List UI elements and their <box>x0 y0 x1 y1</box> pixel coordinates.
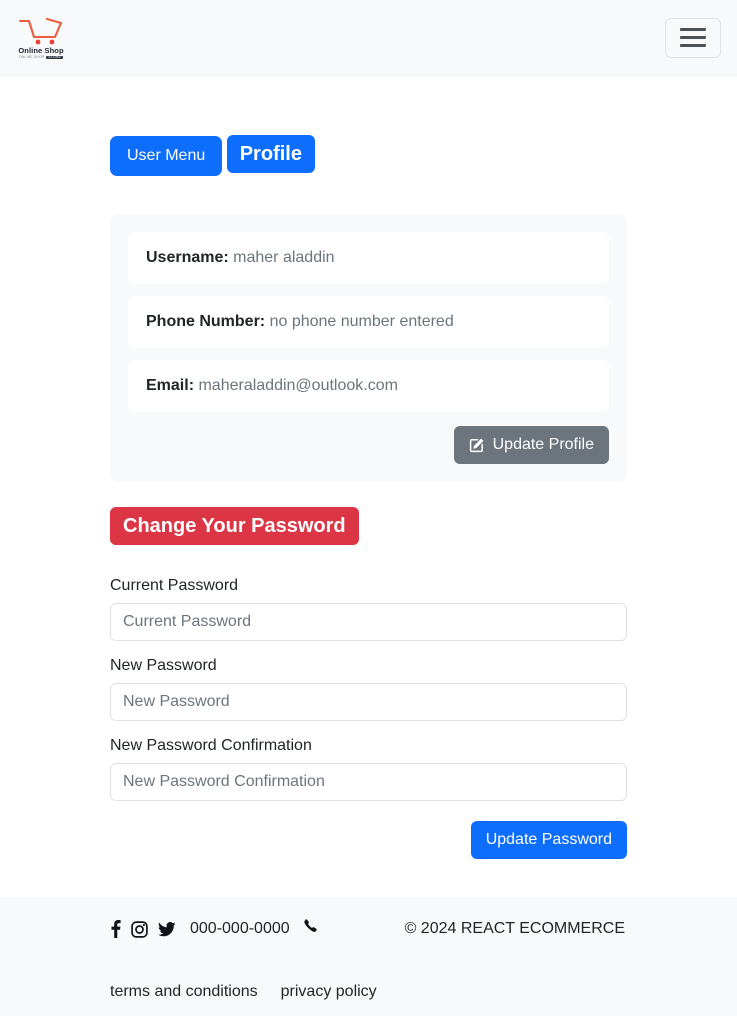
content-container: User Menu Profile Username: maher aladdi… <box>110 76 627 860</box>
shopping-cart-logo-icon <box>17 16 65 46</box>
phone-icon <box>302 919 317 939</box>
footer-phone: 000-000-0000 <box>190 919 317 939</box>
phone-value: no phone number entered <box>269 312 454 330</box>
email-value: maheraladdin@outlook.com <box>198 376 398 394</box>
hamburger-menu-icon[interactable] <box>665 17 721 58</box>
new-password-input[interactable] <box>110 683 627 722</box>
username-label: Username: <box>146 248 229 266</box>
instagram-icon[interactable] <box>131 920 148 938</box>
footer-social-links <box>110 920 176 939</box>
hamburger-bar <box>680 44 706 47</box>
update-profile-button[interactable]: Update Profile <box>453 425 609 464</box>
profile-field-username: Username: maher aladdin <box>128 231 609 284</box>
current-password-group: Current Password <box>110 577 627 642</box>
update-profile-label: Update Profile <box>492 435 594 453</box>
page-main: User Menu Profile Username: maher aladdi… <box>0 76 737 860</box>
confirm-password-group: New Password Confirmation <box>110 737 627 802</box>
profile-field-email: Email: maheraladdin@outlook.com <box>128 359 609 412</box>
footer-top-row: 000-000-0000 © 2024 REACT ECOMMERCE <box>110 919 627 939</box>
edit-pencil-square-icon <box>469 437 485 453</box>
brand-tagline: ONLINE SHOP STORE <box>19 54 63 60</box>
profile-heading: Profile <box>226 135 315 173</box>
user-menu-button[interactable]: User Menu <box>110 136 223 176</box>
profile-field-phone: Phone Number: no phone number entered <box>128 295 609 348</box>
new-password-label: New Password <box>110 657 217 675</box>
profile-card-actions: Update Profile <box>128 425 609 464</box>
hamburger-bar <box>680 36 706 39</box>
footer-legal-links: terms and conditions privacy policy <box>110 983 627 1001</box>
new-password-group: New Password <box>110 657 627 722</box>
terms-and-conditions-link[interactable]: terms and conditions <box>110 983 258 1001</box>
current-password-input[interactable] <box>110 603 627 642</box>
brand-logo-link[interactable]: Online Shop ONLINE SHOP STORE <box>12 16 70 60</box>
brand-name: Online Shop <box>18 45 64 55</box>
change-password-form: Current Password New Password New Passwo… <box>110 577 627 860</box>
twitter-icon[interactable] <box>158 921 176 937</box>
username-value: maher aladdin <box>233 248 335 266</box>
confirm-password-label: New Password Confirmation <box>110 737 312 755</box>
brand-tagline-pill: STORE <box>46 54 63 60</box>
profile-card: Username: maher aladdin Phone Number: no… <box>110 213 627 482</box>
current-password-label: Current Password <box>110 577 239 595</box>
privacy-policy-link[interactable]: privacy policy <box>281 983 377 1001</box>
hamburger-bar <box>680 28 706 31</box>
profile-field-list: Username: maher aladdin Phone Number: no… <box>128 231 609 412</box>
footer-phone-number: 000-000-0000 <box>190 920 290 938</box>
footer-inner: 000-000-0000 © 2024 REACT ECOMMERCE term… <box>110 919 627 1001</box>
change-password-heading: Change Your Password <box>110 506 359 545</box>
top-navbar: Online Shop ONLINE SHOP STORE <box>0 0 737 76</box>
email-label: Email: <box>146 376 195 394</box>
confirm-password-input[interactable] <box>110 763 627 802</box>
facebook-icon[interactable] <box>110 920 121 939</box>
password-form-actions: Update Password <box>110 821 627 860</box>
brand-tagline-text: ONLINE SHOP <box>19 54 45 59</box>
update-password-button[interactable]: Update Password <box>470 821 627 860</box>
page-footer: 000-000-0000 © 2024 REACT ECOMMERCE term… <box>0 897 737 1016</box>
phone-label: Phone Number: <box>146 312 266 330</box>
footer-copyright: © 2024 REACT ECOMMERCE <box>404 920 625 938</box>
